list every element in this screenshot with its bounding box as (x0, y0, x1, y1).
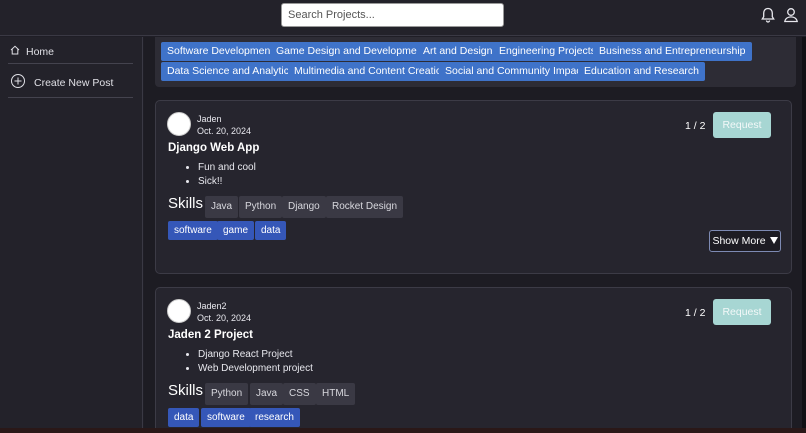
skills-label: Skills (168, 382, 204, 399)
post-author[interactable]: Jaden2 (197, 301, 227, 311)
post-description: Fun and cool Sick!! (198, 161, 256, 189)
show-more-button[interactable]: Show More (709, 230, 781, 252)
post-title: Jaden 2 Project (168, 329, 254, 341)
post-date: Oct. 20, 2024 (197, 126, 252, 136)
category-chip[interactable]: Engineering Projects (493, 42, 602, 61)
sidebar-item-label: Home (26, 45, 55, 58)
skills-label: Skills (168, 195, 204, 212)
avatar[interactable] (167, 112, 191, 136)
member-count: 1 / 2 (685, 307, 706, 319)
user-icon[interactable] (782, 6, 800, 24)
skill-chip: Python (205, 383, 249, 405)
category-chip[interactable]: Art and Design (417, 42, 499, 61)
skill-chip: Java (250, 383, 284, 405)
tag-chip[interactable]: software (201, 408, 251, 427)
show-more-label: Show More (712, 235, 766, 247)
divider (8, 63, 133, 64)
category-chip[interactable]: Data Science and Analytics (161, 62, 301, 81)
category-chip[interactable]: Game Design and Development (270, 42, 432, 61)
project-card: Jaden Oct. 20, 2024 1 / 2 Request Django… (155, 100, 792, 274)
home-icon (10, 45, 20, 58)
tag-chip[interactable]: data (255, 221, 287, 240)
sidebar-item-label: Create New Post (34, 76, 114, 89)
member-count: 1 / 2 (685, 120, 706, 132)
post-author[interactable]: Jaden (197, 114, 222, 124)
skill-chip: Java (205, 196, 239, 218)
triangle-down-icon (769, 235, 778, 247)
skill-chip: Python (239, 196, 283, 218)
tag-chip[interactable]: game (217, 221, 255, 240)
project-card: Jaden2 Oct. 20, 2024 1 / 2 Request Jaden… (155, 287, 792, 433)
divider (8, 97, 133, 98)
list-item: Django React Project (198, 348, 313, 362)
skill-chip: CSS (283, 383, 316, 405)
category-chip[interactable]: Business and Entrepreneurship (593, 42, 752, 61)
category-chip[interactable]: Social and Community Impact (439, 62, 591, 81)
tag-chip[interactable]: data (168, 408, 200, 427)
request-button[interactable]: Request (713, 112, 771, 138)
avatar[interactable] (167, 299, 191, 323)
skill-chip: Rocket Design (326, 196, 404, 218)
category-chip[interactable]: Multimedia and Content Creation (288, 62, 454, 81)
category-chip[interactable]: Education and Research (578, 62, 705, 81)
sidebar-item-home[interactable]: Home (10, 45, 54, 58)
tag-chip[interactable]: research (249, 408, 300, 427)
list-item: Fun and cool (198, 161, 256, 175)
skill-chip: HTML (316, 383, 356, 405)
skill-chip: Django (282, 196, 326, 218)
list-item: Sick!! (198, 175, 256, 189)
post-description: Django React Project Web Development pro… (198, 348, 313, 376)
post-date: Oct. 20, 2024 (197, 313, 252, 323)
category-chip[interactable]: Software Development (161, 42, 280, 61)
top-bar (0, 0, 806, 36)
request-button[interactable]: Request (713, 299, 771, 325)
post-title: Django Web App (168, 142, 260, 154)
sidebar: Home Create New Post (0, 37, 143, 433)
tag-chip[interactable]: software (168, 221, 218, 240)
search-input[interactable] (281, 3, 504, 27)
list-item: Web Development project (198, 362, 313, 376)
scrollbar-track[interactable] (802, 37, 806, 428)
bell-icon[interactable] (759, 6, 777, 24)
main-content: Software Development Game Design and Dev… (144, 37, 806, 433)
category-filter-bar: Software Development Game Design and Dev… (155, 37, 796, 87)
window-edge (0, 428, 806, 433)
plus-circle-icon (10, 73, 26, 92)
sidebar-item-create-new-post[interactable]: Create New Post (10, 73, 113, 92)
